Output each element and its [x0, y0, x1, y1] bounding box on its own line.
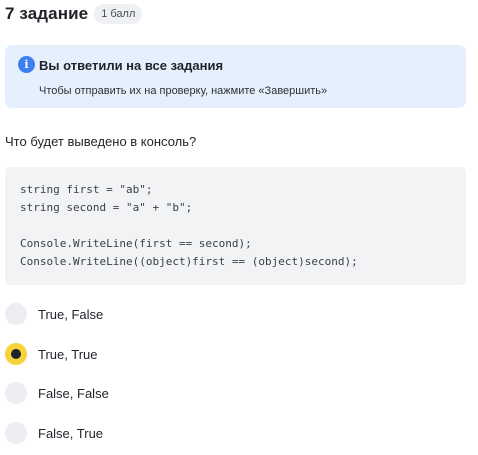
question-text: Что будет выведено в консоль?: [5, 134, 197, 149]
task-header: 7 задание 1 балл: [5, 4, 143, 24]
answer-option-2[interactable]: True, True: [5, 342, 305, 366]
answer-option-4[interactable]: False, True: [5, 421, 305, 445]
answer-option-3[interactable]: False, False: [5, 381, 305, 405]
radio-button[interactable]: [5, 382, 27, 404]
radio-button-selected[interactable]: [5, 343, 27, 365]
answer-label: True, False: [38, 306, 104, 322]
radio-button[interactable]: [5, 303, 27, 325]
notice-text: Чтобы отправить их на проверку, нажмите …: [39, 85, 328, 97]
radio-button[interactable]: [5, 422, 27, 444]
notice-title: Вы ответили на все задания: [39, 58, 224, 73]
answer-label: False, False: [38, 385, 109, 401]
task-title: 7 задание: [5, 4, 89, 23]
info-icon: i: [18, 56, 35, 73]
points-badge: 1 балл: [94, 4, 143, 24]
answer-label: True, True: [38, 346, 98, 362]
code-line: string first = "ab";: [20, 183, 153, 196]
radio-dot: [11, 349, 21, 359]
code-block: string first = "ab"; string second = "a"…: [5, 167, 466, 285]
info-notice: i Вы ответили на все задания Чтобы отпра…: [5, 45, 466, 108]
code-line: string second = "a" + "b";: [20, 201, 193, 214]
answer-label: False, True: [38, 425, 104, 441]
code-line: Console.WriteLine(first == second);: [20, 237, 252, 250]
answer-option-1[interactable]: True, False: [5, 302, 305, 326]
code-line: Console.WriteLine((object)first == (obje…: [20, 255, 358, 268]
